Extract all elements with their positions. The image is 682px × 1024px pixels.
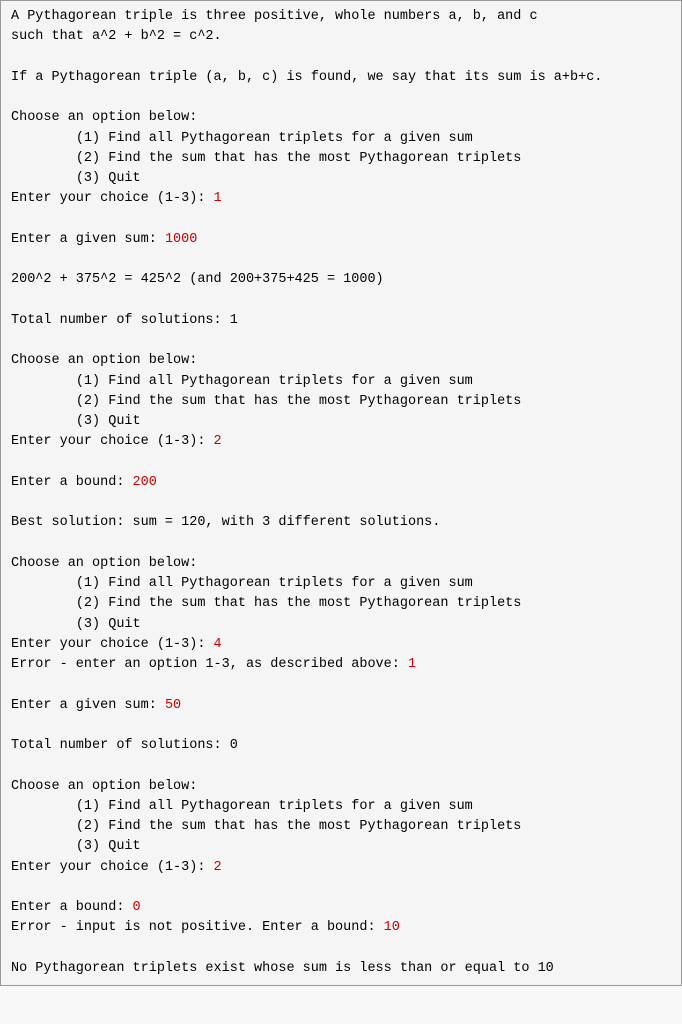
prompt-text: Enter your choice (1-3):	[11, 860, 214, 875]
terminal-line: (3) Quit	[11, 837, 671, 857]
user-input: 1	[214, 191, 222, 206]
terminal-line: Enter your choice (1-3): 4	[11, 635, 671, 655]
terminal-line: (1) Find all Pythagorean triplets for a …	[11, 574, 671, 594]
terminal-line: (2) Find the sum that has the most Pytha…	[11, 392, 671, 412]
terminal-line: Error - enter an option 1-3, as describe…	[11, 655, 671, 675]
terminal-line: Enter your choice (1-3): 1	[11, 189, 671, 209]
terminal-line: (2) Find the sum that has the most Pytha…	[11, 594, 671, 614]
prompt-text: Enter a given sum:	[11, 698, 165, 713]
user-input: 2	[214, 860, 222, 875]
terminal-line: (1) Find all Pythagorean triplets for a …	[11, 797, 671, 817]
terminal-line	[11, 453, 671, 473]
terminal-line	[11, 210, 671, 230]
terminal-line: No Pythagorean triplets exist whose sum …	[11, 959, 671, 979]
terminal-line	[11, 331, 671, 351]
terminal-line	[11, 48, 671, 68]
prompt-text: Enter your choice (1-3):	[11, 434, 214, 449]
terminal-line: Enter your choice (1-3): 2	[11, 858, 671, 878]
user-input: 200	[133, 475, 157, 490]
terminal-line: such that a^2 + b^2 = c^2.	[11, 27, 671, 47]
terminal-line: (2) Find the sum that has the most Pytha…	[11, 149, 671, 169]
terminal-line: Choose an option below:	[11, 777, 671, 797]
user-input: 50	[165, 698, 181, 713]
prompt-text: Enter a bound:	[11, 475, 133, 490]
terminal-line: (3) Quit	[11, 169, 671, 189]
user-input: 4	[214, 637, 222, 652]
prompt-text: Enter your choice (1-3):	[11, 191, 214, 206]
terminal-line	[11, 88, 671, 108]
terminal-line: (3) Quit	[11, 412, 671, 432]
terminal-line	[11, 675, 671, 695]
terminal-line: Choose an option below:	[11, 108, 671, 128]
terminal-line	[11, 756, 671, 776]
terminal-line	[11, 250, 671, 270]
terminal-line: Enter a bound: 0	[11, 898, 671, 918]
terminal-line: Enter your choice (1-3): 2	[11, 432, 671, 452]
user-input: 0	[133, 900, 141, 915]
user-input: 10	[384, 920, 400, 935]
terminal-line	[11, 878, 671, 898]
user-input: 1000	[165, 232, 197, 247]
terminal-line: Error - input is not positive. Enter a b…	[11, 918, 671, 938]
terminal-line: (1) Find all Pythagorean triplets for a …	[11, 129, 671, 149]
terminal-line: Total number of solutions: 0	[11, 736, 671, 756]
terminal-line: (2) Find the sum that has the most Pytha…	[11, 817, 671, 837]
terminal-line: (1) Find all Pythagorean triplets for a …	[11, 372, 671, 392]
terminal-line: Enter a bound: 200	[11, 473, 671, 493]
terminal-line: Total number of solutions: 1	[11, 311, 671, 331]
user-input: 1	[408, 657, 416, 672]
prompt-text: Error - enter an option 1-3, as describe…	[11, 657, 408, 672]
terminal-line	[11, 493, 671, 513]
terminal-line: (3) Quit	[11, 615, 671, 635]
terminal-line: If a Pythagorean triple (a, b, c) is fou…	[11, 68, 671, 88]
terminal-line	[11, 939, 671, 959]
terminal-line: Enter a given sum: 1000	[11, 230, 671, 250]
terminal-line: A Pythagorean triple is three positive, …	[11, 7, 671, 27]
terminal-line: Choose an option below:	[11, 554, 671, 574]
prompt-text: Error - input is not positive. Enter a b…	[11, 920, 384, 935]
prompt-text: Enter a given sum:	[11, 232, 165, 247]
terminal-line	[11, 291, 671, 311]
terminal-line: Best solution: sum = 120, with 3 differe…	[11, 513, 671, 533]
terminal-line: Choose an option below:	[11, 351, 671, 371]
terminal-output: A Pythagorean triple is three positive, …	[0, 0, 682, 986]
terminal-line: 200^2 + 375^2 = 425^2 (and 200+375+425 =…	[11, 270, 671, 290]
terminal-line	[11, 534, 671, 554]
terminal-line: Enter a given sum: 50	[11, 696, 671, 716]
prompt-text: Enter your choice (1-3):	[11, 637, 214, 652]
user-input: 2	[214, 434, 222, 449]
prompt-text: Enter a bound:	[11, 900, 133, 915]
terminal-line	[11, 716, 671, 736]
